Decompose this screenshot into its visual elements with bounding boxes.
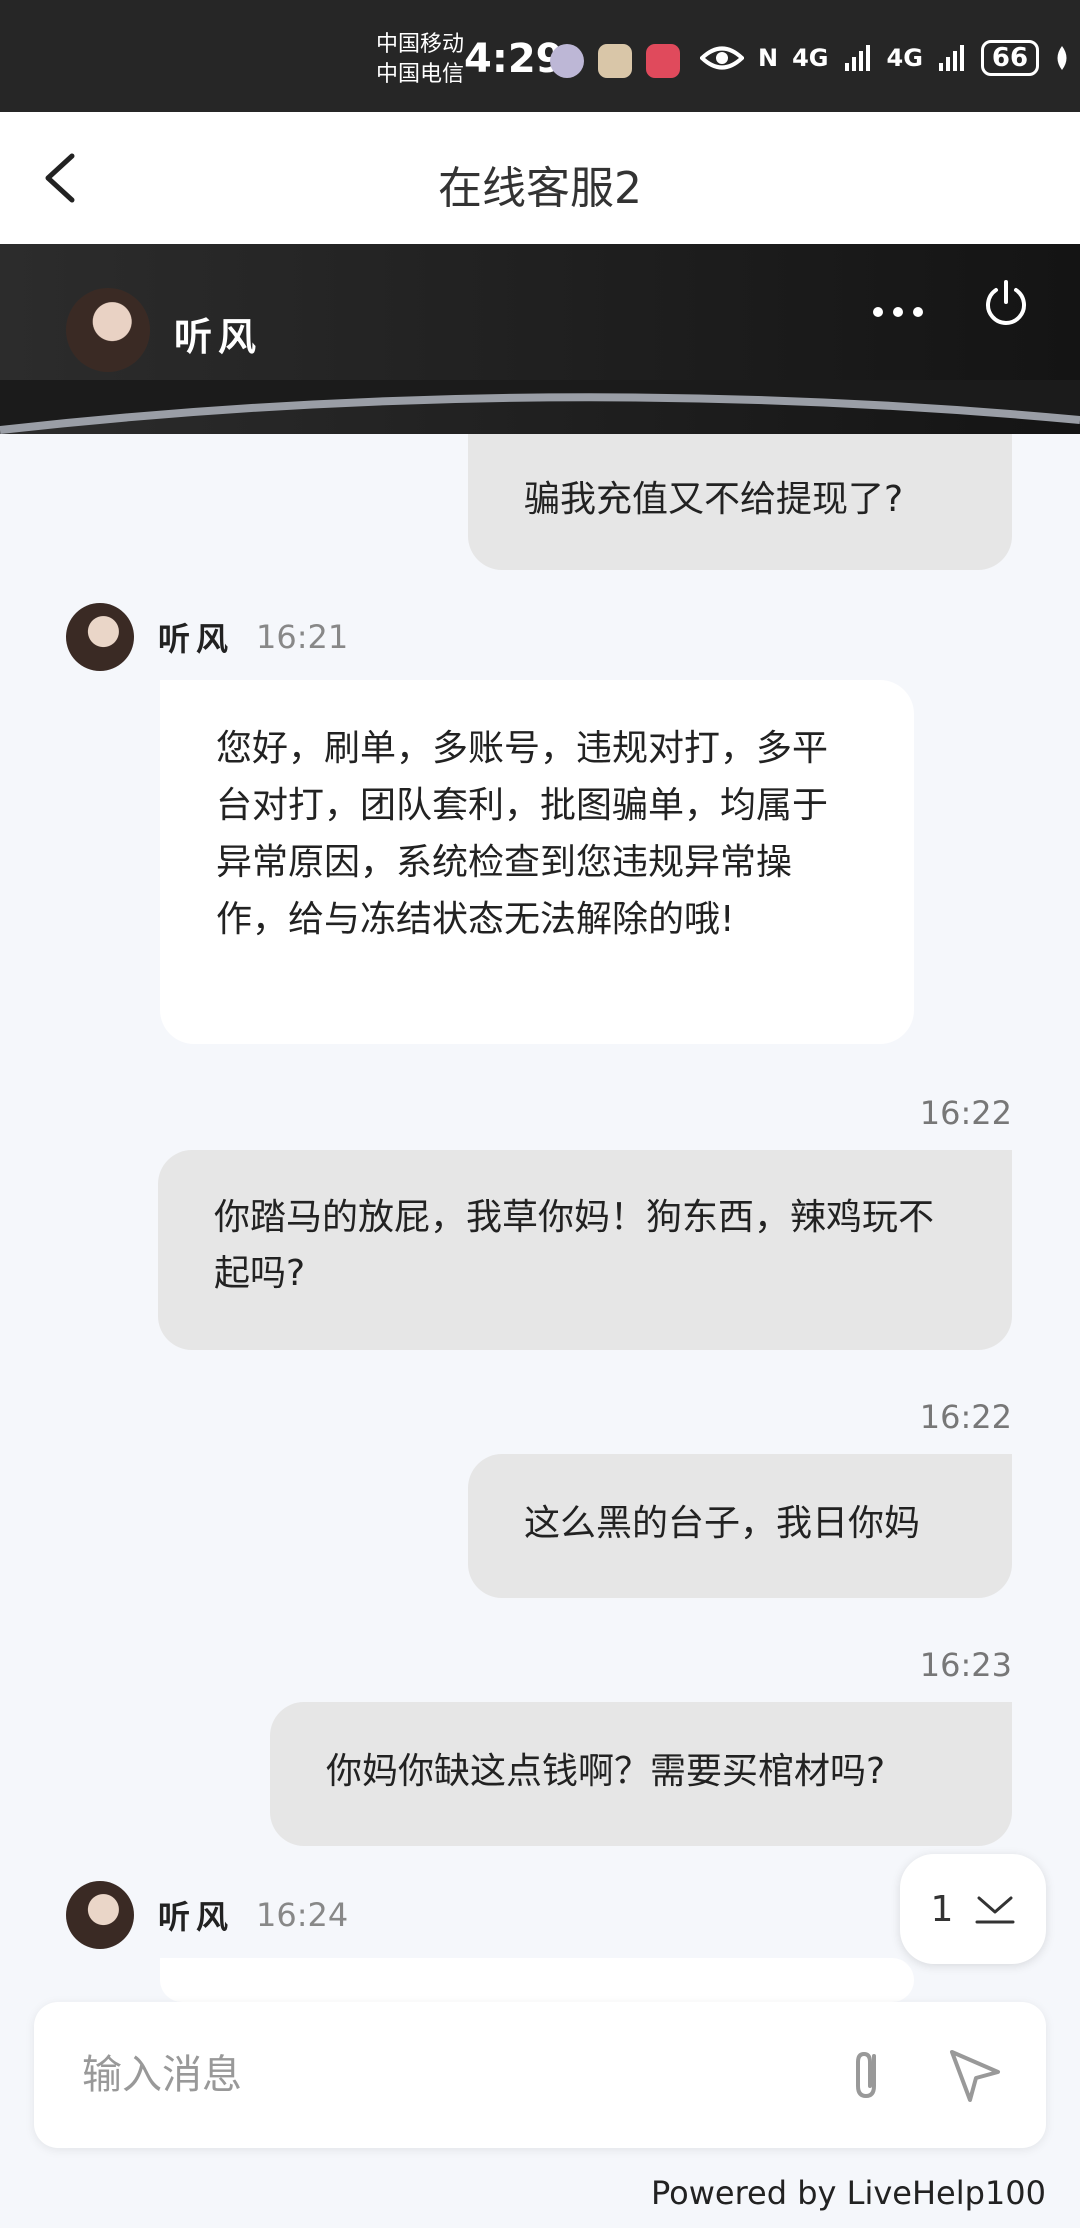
message-bubble-outgoing: 你妈你缺这点钱啊？需要买棺材吗? (270, 1702, 1012, 1846)
battery-indicator: 66 (980, 40, 1040, 76)
header-wave (0, 380, 1080, 434)
chevron-down-icon (975, 1896, 1015, 1924)
status-bar: 中国移动 中国电信 4:29 N 4G 4G 66 (0, 0, 1080, 112)
avatar (66, 288, 150, 372)
carrier-1: 中国移动 (376, 32, 465, 57)
message-text: 您好，刷单，多账号，违规对打，多平台对打，团队套利，批图骗单，均属于异常原因，系… (216, 728, 829, 940)
sender-name: 听风 (158, 1898, 235, 1936)
power-icon[interactable] (980, 278, 1032, 330)
signal-icon (938, 45, 964, 71)
agent-name: 听风 (174, 315, 263, 359)
powered-by-label: Powered by LiveHelp100 (650, 2174, 1046, 2212)
message-text: 这么黑的台子，我日你妈 (524, 1503, 921, 1544)
message-bubble-incoming (160, 1958, 914, 2002)
message-time: 16:24 (256, 1896, 349, 1934)
sender-row: 听风 16:24 (66, 1880, 348, 1950)
app-notification-icon (598, 44, 632, 78)
message-composer (34, 2002, 1046, 2148)
message-time: 16:22 (919, 1094, 1012, 1132)
status-indicators: N 4G 4G 66 (700, 40, 1071, 76)
network-label-1: 4G (792, 44, 829, 72)
avatar (66, 1881, 134, 1949)
message-time: 16:23 (919, 1646, 1012, 1684)
message-bubble-outgoing: 这么黑的台子，我日你妈 (468, 1454, 1012, 1598)
app-header: 在线客服2 (0, 112, 1080, 244)
message-bubble-outgoing: 骗我充值又不给提现了? (468, 434, 1012, 570)
message-text: 你踏马的放屁，我草你妈！狗东西，辣鸡玩不起吗? (214, 1197, 935, 1294)
notification-icons (550, 44, 680, 78)
sender-row: 听风 16:21 (66, 602, 348, 672)
send-icon[interactable] (944, 2044, 1006, 2106)
message-input[interactable] (80, 2038, 784, 2112)
message-time: 16:22 (919, 1398, 1012, 1436)
message-bubble-incoming: 您好，刷单，多账号，违规对打，多平台对打，团队套利，批图骗单，均属于异常原因，系… (160, 680, 914, 1044)
app-notification-icon (646, 44, 680, 78)
more-icon[interactable] (868, 294, 928, 330)
leaf-icon (1057, 46, 1067, 70)
message-text: 骗我充值又不给提现了? (524, 479, 904, 520)
scroll-to-bottom-button[interactable]: 1 (900, 1854, 1046, 1964)
attachment-icon[interactable] (840, 2046, 900, 2106)
page-title: 在线客服2 (438, 163, 642, 214)
sender-name: 听风 (158, 620, 235, 658)
status-clock: 4:29 (464, 36, 564, 82)
message-bubble-outgoing: 你踏马的放屁，我草你妈！狗东西，辣鸡玩不起吗? (158, 1150, 1012, 1350)
network-label-2: 4G (886, 44, 923, 72)
nfc-icon: N (758, 44, 779, 72)
eye-icon (700, 46, 744, 70)
message-text: 你妈你缺这点钱啊？需要买棺材吗? (326, 1751, 886, 1792)
app-notification-icon (550, 44, 584, 78)
signal-icon (844, 45, 870, 71)
message-time: 16:21 (256, 618, 349, 656)
carrier-2: 中国电信 (376, 62, 465, 87)
unread-count: 1 (930, 1888, 954, 1930)
carrier-labels: 中国移动 中国电信 (376, 30, 464, 90)
avatar (66, 603, 134, 671)
